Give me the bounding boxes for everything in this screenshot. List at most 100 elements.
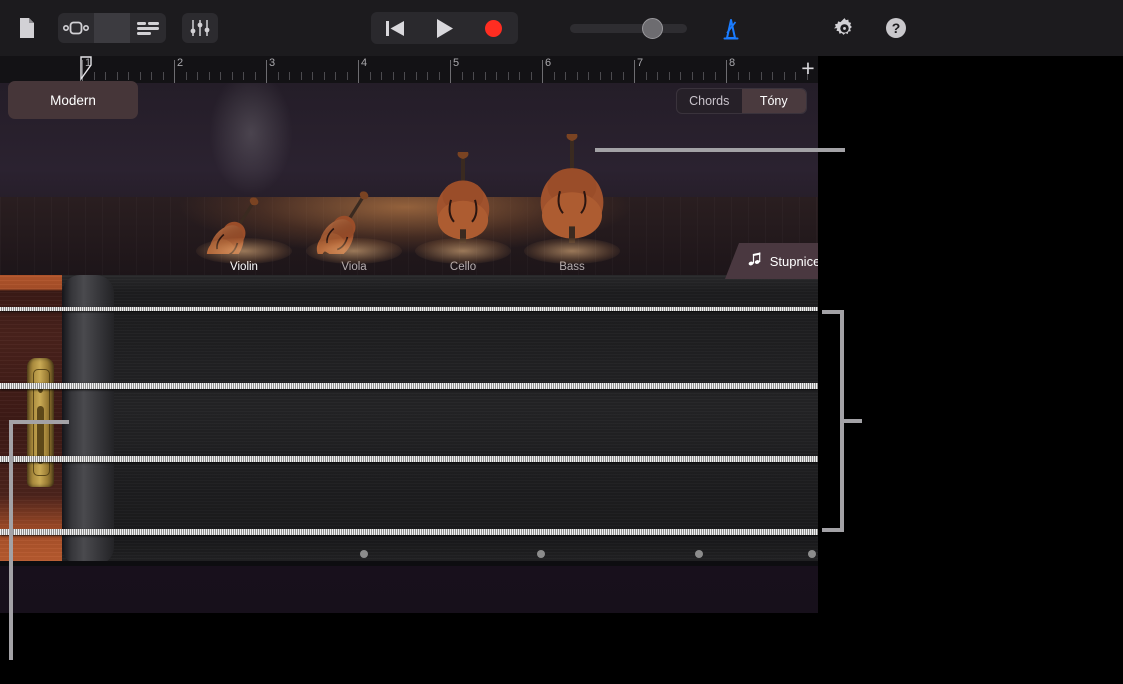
fretboard[interactable] [0,275,818,613]
ruler-bar-number: 7 [637,57,644,69]
ruler-ticks: 12345678 [0,56,818,83]
ruler-sub-tick [254,72,256,80]
ruler-sub-tick [404,72,405,80]
ruler-sub-tick [208,72,210,80]
ruler-sub-tick [657,72,658,80]
ruler-sub-tick [588,72,589,80]
instrument-bass[interactable]: Bass [524,132,620,273]
scale-tab-label: Stupnice [769,253,821,269]
record-button[interactable] [469,12,518,44]
ruler-sub-tick [346,72,348,80]
ruler-bar-number: 4 [361,57,368,69]
ruler-sub-tick [530,72,532,80]
instrument-cello[interactable]: Cello [415,150,511,273]
add-section-button[interactable]: + [797,57,819,81]
ruler-bar-number: 2 [177,57,184,69]
help-icon[interactable]: ? [879,13,913,43]
tab-chords[interactable]: Chords [677,89,742,113]
position-marker-dot [360,550,368,558]
position-marker-dot [808,550,816,558]
ruler-sub-tick [139,72,141,80]
ruler-sub-tick [185,72,187,80]
ruler-bar-number: 3 [269,57,276,69]
metronome-icon[interactable] [714,13,748,43]
ruler-sub-tick [231,72,233,80]
ruler-sub-tick [105,72,106,80]
double-note-icon [748,252,763,270]
string-G[interactable] [0,307,818,311]
browser-segment-group [58,13,166,43]
gear-icon[interactable] [827,13,861,43]
instrument-glow [524,238,620,264]
ruler-sub-tick [473,72,474,80]
offscreen-right [818,56,1123,684]
ruler-sub-tick [749,72,750,80]
track-list-icon[interactable] [130,13,166,43]
loop-browser-icon[interactable] [58,13,94,43]
instrument-glow [306,238,402,264]
tab-tony[interactable]: Tóny [741,89,806,113]
ruler-bar-number: 8 [729,57,736,69]
preset-chip-modern[interactable]: Modern [8,81,138,119]
transport-controls [371,12,518,44]
playhead[interactable] [80,56,94,83]
record-indicator [485,19,502,37]
track-controls-group [182,13,218,43]
ruler-sub-tick [783,72,785,80]
segment-divider [94,13,130,43]
volume-slider-knob[interactable] [642,17,663,39]
ruler-sub-tick [415,72,417,80]
ruler-sub-tick [611,72,612,80]
instrument-glow [415,238,511,264]
master-volume-slider[interactable] [570,17,687,39]
ruler-sub-tick [772,72,773,80]
ruler-sub-tick [714,72,716,80]
vo-cursor-right [822,310,862,532]
ruler-sub-tick [220,72,221,80]
ruler-sub-tick [519,72,520,80]
position-marker-dot [537,550,545,558]
ruler-sub-tick [553,72,555,80]
ruler-sub-tick [691,72,693,80]
ruler-sub-tick [369,72,371,80]
neck [62,275,818,565]
neck-edge [62,275,114,565]
neck-bottom-edge [0,561,818,566]
instrument-glow [196,238,292,264]
instrument-violin[interactable]: Violin [196,188,292,273]
svg-text:?: ? [892,20,901,36]
ruler-sub-tick [151,72,152,80]
vo-cursor-top [595,148,845,152]
ruler-sub-tick [438,72,440,80]
string-D[interactable] [0,383,818,389]
vo-cursor-left [9,420,69,660]
ruler-sub-tick [289,72,290,80]
ruler-sub-tick [197,72,198,80]
ruler-sub-tick [565,72,566,80]
stage-floor [0,197,818,275]
toolbar: ? [0,0,1123,56]
document-icon[interactable] [10,13,44,43]
ruler-bar-number: 6 [545,57,552,69]
string-E[interactable] [0,529,818,535]
ruler-sub-tick [737,72,739,80]
ruler-sub-tick [427,72,428,80]
string-A[interactable] [0,456,818,462]
rewind-button[interactable] [371,12,420,44]
ruler-sub-tick [300,72,302,80]
ruler-sub-tick [622,72,624,80]
offscreen-bottom [0,613,818,684]
ruler-sub-tick [162,72,164,80]
mixer-icon[interactable] [182,13,218,43]
ruler-sub-tick [116,72,118,80]
ruler-sub-tick [599,72,601,80]
instrument-viola[interactable]: Viola [306,182,402,273]
ruler-sub-tick [496,72,497,80]
play-button[interactable] [420,12,469,44]
ruler-sub-tick [484,72,486,80]
ruler-sub-tick [645,72,647,80]
ruler-sub-tick [668,72,670,80]
ruler-sub-tick [277,72,279,80]
ruler-sub-tick [795,72,796,80]
ruler-sub-tick [128,72,129,80]
